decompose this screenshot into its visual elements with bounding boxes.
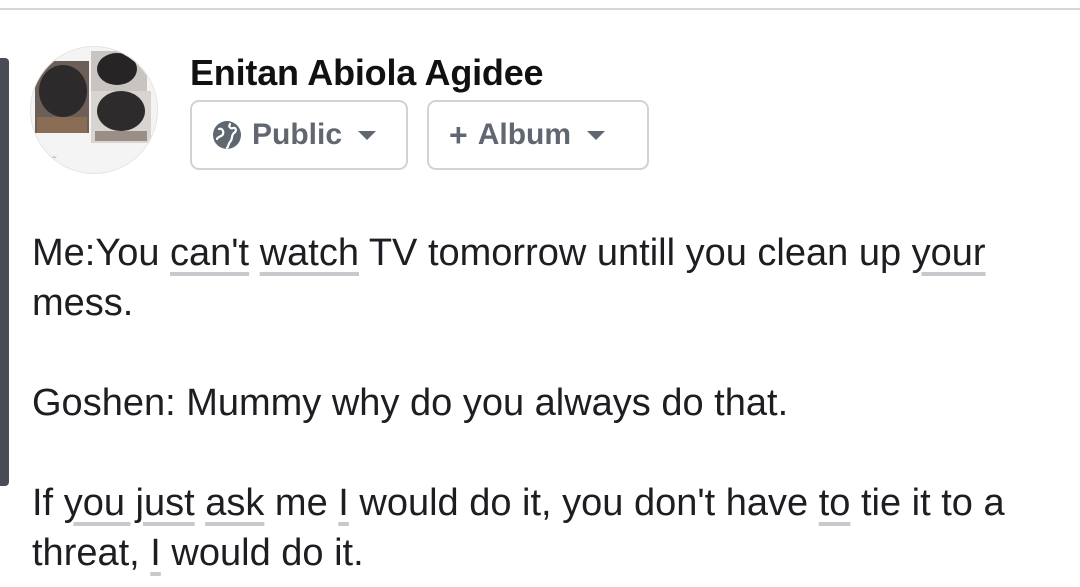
album-label: Album (477, 118, 572, 151)
post-paragraph: Goshen: Mummy why do you always do that. (32, 378, 1042, 428)
privacy-selector-button[interactable]: Public (190, 100, 408, 170)
divider (0, 8, 1080, 10)
chevron-down-icon (358, 130, 377, 140)
post-text-segment: mess. (32, 282, 134, 324)
svg-text:~ ~: ~ ~ (45, 154, 57, 161)
spellcheck-word[interactable]: you just (64, 482, 195, 524)
spellcheck-word[interactable]: watch (260, 232, 359, 274)
scroll-handle[interactable] (0, 58, 9, 486)
spellcheck-word[interactable]: I (150, 532, 161, 574)
spellcheck-word[interactable]: I (338, 482, 349, 524)
post-text-segment: If (32, 482, 64, 524)
post-text-segment: Goshen: Mummy why do you always do that. (32, 382, 789, 424)
chevron-down-icon (587, 130, 606, 140)
post-text-segment: would do it. (160, 532, 364, 574)
post-text-segment: Me:You (32, 232, 171, 274)
privacy-label: Public (252, 118, 343, 151)
post-paragraph: Me:You can't watch TV tomorrow untill yo… (32, 228, 1042, 328)
post-text-segment: me (264, 482, 339, 524)
author-name[interactable]: Enitan Abiola Agidee (190, 52, 544, 94)
avatar-image: ~ ~ (31, 47, 157, 173)
post-text-segment: would do it, you don't have (348, 482, 819, 524)
plus-icon: + (449, 116, 468, 153)
spellcheck-word[interactable]: your (912, 232, 986, 274)
post-composer: ~ ~ Enitan Abiola Agidee Public + Album … (0, 0, 1080, 587)
post-text-segment (249, 232, 260, 274)
post-paragraph: If you just ask me I would do it, you do… (32, 478, 1042, 578)
post-text-segment (195, 482, 206, 524)
globe-icon (212, 120, 242, 150)
post-text-input[interactable]: Me:You can't watch TV tomorrow untill yo… (32, 228, 1042, 578)
spellcheck-word[interactable]: ask (205, 482, 264, 524)
add-album-button[interactable]: + Album (427, 100, 649, 170)
avatar[interactable]: ~ ~ (30, 46, 158, 174)
post-text-segment: TV tomorrow untill you clean up (358, 232, 912, 274)
spellcheck-word[interactable]: can't (170, 232, 249, 274)
spellcheck-word[interactable]: to (819, 482, 851, 524)
